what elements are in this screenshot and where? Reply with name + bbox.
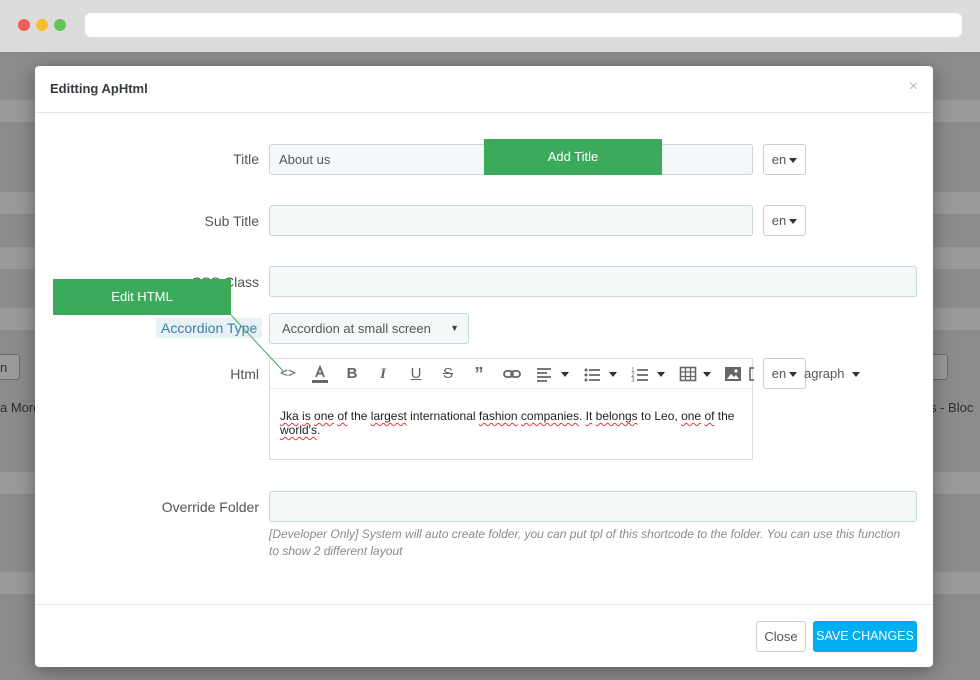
callout-pointer-line [230,314,285,373]
